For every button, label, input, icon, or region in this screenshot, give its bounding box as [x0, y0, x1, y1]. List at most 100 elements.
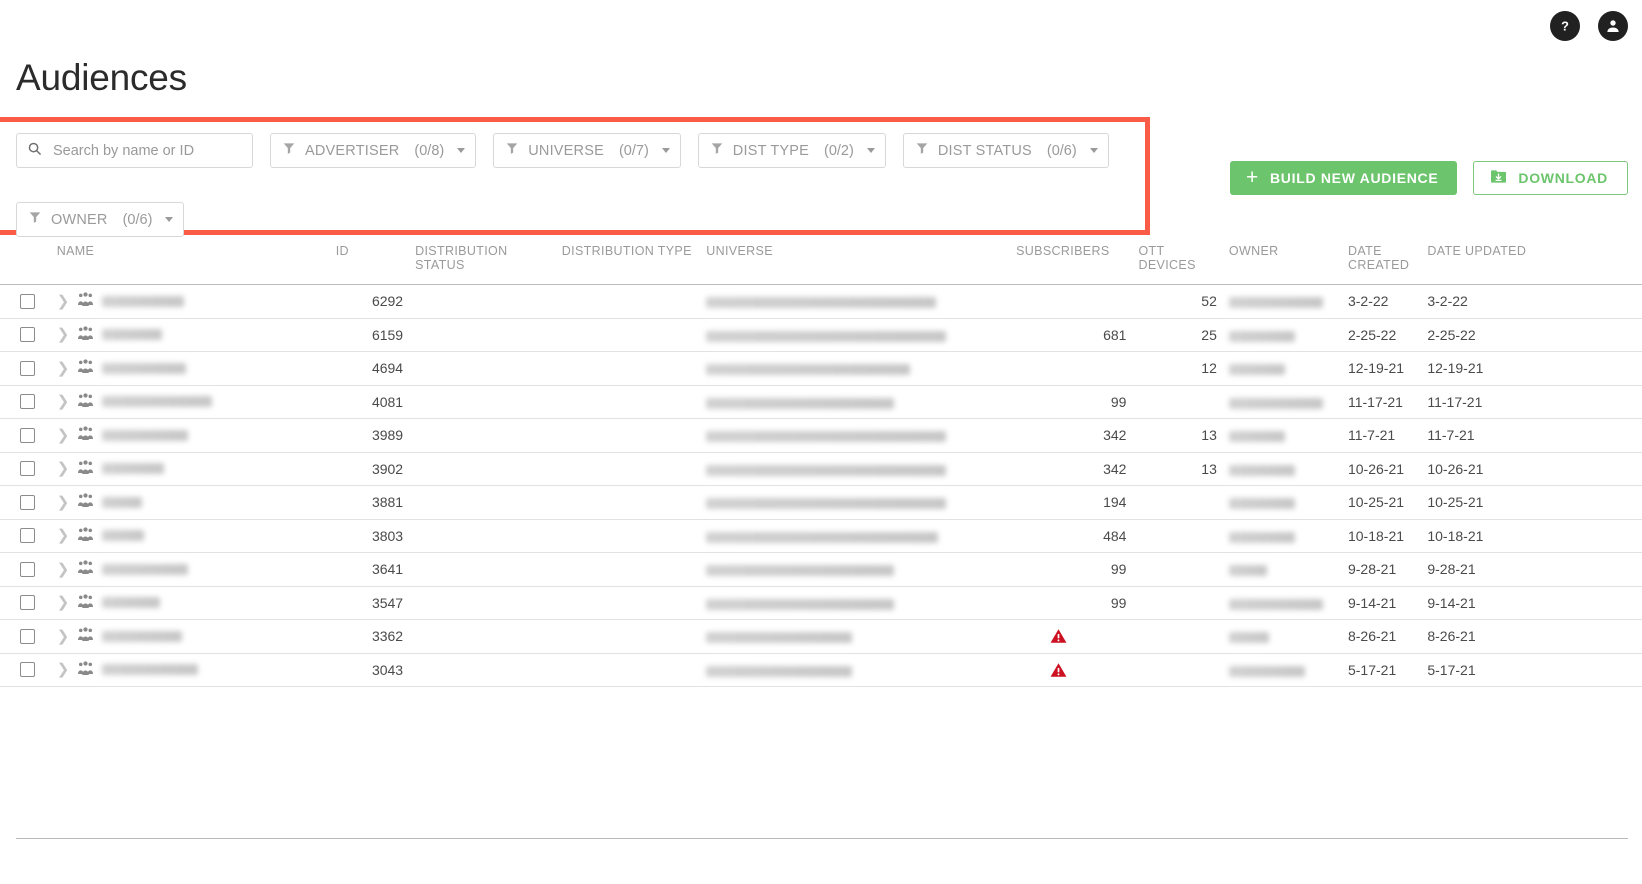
row-owner-value [1228, 431, 1285, 443]
row-ott-devices-cell [1132, 586, 1223, 620]
row-distribution-type-cell [555, 418, 701, 453]
row-name-value [102, 396, 213, 408]
filter-chip-advertiser[interactable]: ADVERTISER (0/8) [270, 133, 477, 168]
row-checkbox[interactable] [20, 360, 35, 376]
row-date-created-cell: 11-7-21 [1341, 418, 1422, 453]
chevron-down-icon [165, 217, 174, 222]
row-checkbox[interactable] [20, 293, 35, 309]
search-field[interactable] [16, 133, 253, 168]
download-button[interactable]: DOWNLOAD [1473, 161, 1628, 195]
row-subscribers-cell: 681 [1010, 318, 1133, 352]
row-owner-cell [1222, 418, 1342, 453]
chevron-right-icon[interactable]: ❯ [57, 461, 70, 476]
chevron-right-icon[interactable]: ❯ [57, 595, 70, 610]
chevron-right-icon[interactable]: ❯ [57, 528, 70, 543]
row-date-created-cell: 3-2-22 [1341, 284, 1422, 319]
chevron-right-icon[interactable]: ❯ [57, 428, 70, 443]
row-checkbox[interactable] [20, 427, 35, 443]
table-row[interactable]: ❯ 3989 342 13 11-7-21 11-7-21 [0, 418, 1642, 453]
row-id-cell: 6159 [329, 318, 410, 352]
chevron-right-icon[interactable]: ❯ [57, 394, 70, 409]
column-header-id[interactable]: ID [329, 238, 410, 285]
row-universe-cell [700, 351, 1011, 386]
row-distribution-status-cell [409, 485, 556, 520]
row-universe-value [706, 531, 939, 543]
row-select-cell [0, 619, 51, 654]
row-date-created-cell: 12-19-21 [1341, 351, 1422, 386]
filter-chip-dist-status[interactable]: DIST STATUS (0/6) [902, 133, 1109, 168]
table-row[interactable]: ❯ 4081 99 11-17-21 11-17-21 [0, 385, 1642, 419]
warning-icon [1016, 628, 1126, 644]
chevron-right-icon[interactable]: ❯ [57, 361, 70, 376]
row-checkbox[interactable] [20, 595, 35, 611]
row-checkbox[interactable] [20, 327, 35, 343]
column-header-select[interactable] [0, 238, 51, 285]
audience-group-icon [77, 292, 94, 310]
search-input[interactable] [51, 141, 242, 160]
row-checkbox[interactable] [20, 561, 35, 577]
table-row[interactable]: ❯ 3362 8-26-21 8-26-21 [0, 619, 1642, 654]
help-circle-icon[interactable]: ? [1550, 11, 1580, 41]
row-date-created-cell: 10-26-21 [1341, 452, 1422, 486]
table-row[interactable]: ❯ 6292 52 3-2-22 3-2-22 [0, 284, 1642, 319]
chevron-right-icon[interactable]: ❯ [57, 495, 70, 510]
column-header-date-updated[interactable]: DATE UPDATED [1421, 238, 1642, 285]
row-name-cell: ❯ [50, 485, 330, 520]
chevron-down-icon [866, 148, 875, 153]
build-new-audience-button[interactable]: + BUILD NEW AUDIENCE [1230, 161, 1458, 195]
row-checkbox[interactable] [20, 394, 35, 410]
table-row[interactable]: ❯ 3902 342 13 10-26-21 10-26-21 [0, 452, 1642, 486]
row-checkbox[interactable] [20, 628, 35, 644]
column-header-distribution-status[interactable]: DISTRIBUTION STATUS [409, 238, 556, 285]
row-date-updated-cell: 10-18-21 [1421, 519, 1642, 553]
chevron-right-icon[interactable]: ❯ [57, 327, 70, 342]
chevron-right-icon[interactable]: ❯ [57, 629, 70, 644]
column-header-name[interactable]: NAME [50, 238, 330, 285]
table-row[interactable]: ❯ 3641 99 9-28-21 9-28-21 [0, 552, 1642, 587]
audience-group-icon [77, 627, 94, 645]
audiences-table: NAME ID DISTRIBUTION STATUS DISTRIBUTION… [0, 238, 1642, 687]
row-universe-cell [700, 418, 1011, 453]
filter-chip-universe[interactable]: UNIVERSE (0/7) [493, 133, 681, 168]
column-header-ott-devices[interactable]: OTT DEVICES [1132, 238, 1223, 285]
row-subscribers-cell: 99 [1010, 552, 1133, 587]
chevron-right-icon[interactable]: ❯ [57, 662, 70, 677]
row-checkbox[interactable] [20, 662, 35, 678]
table-row[interactable]: ❯ 3547 99 9-14-21 9-14-21 [0, 586, 1642, 620]
column-header-distribution-type[interactable]: DISTRIBUTION TYPE [555, 238, 701, 285]
row-owner-cell [1222, 318, 1342, 352]
filter-chip-owner[interactable]: OWNER (0/6) [16, 202, 185, 237]
chevron-right-icon[interactable]: ❯ [57, 294, 70, 309]
filter-icon [915, 141, 929, 160]
row-checkbox[interactable] [20, 494, 35, 510]
chevron-right-icon[interactable]: ❯ [57, 562, 70, 577]
table-row[interactable]: ❯ 4694 12 12-19-21 12-19-21 [0, 351, 1642, 386]
table-row[interactable]: ❯ 3043 5-17-21 5-17-21 [0, 653, 1642, 687]
row-universe-cell [700, 586, 1011, 620]
row-owner-cell [1222, 452, 1342, 486]
row-checkbox[interactable] [20, 528, 35, 544]
row-owner-value [1228, 632, 1269, 644]
row-ott-devices-cell [1132, 619, 1223, 654]
column-header-date-created[interactable]: DATE CREATED [1341, 238, 1422, 285]
column-header-owner[interactable]: OWNER [1222, 238, 1342, 285]
row-name-cell: ❯ [50, 385, 330, 419]
column-header-universe[interactable]: UNIVERSE [700, 238, 1011, 285]
filter-bar: ADVERTISER (0/8) UNIVERSE (0/7) DIST TYP… [16, 133, 1136, 237]
table-row[interactable]: ❯ 6159 681 25 2-25-22 2-25-22 [0, 318, 1642, 352]
row-name-value [102, 496, 143, 508]
row-name-value [102, 329, 163, 341]
build-new-audience-label: BUILD NEW AUDIENCE [1269, 170, 1439, 186]
row-checkbox[interactable] [20, 461, 35, 477]
row-distribution-status-cell [409, 385, 556, 419]
row-owner-value [1228, 330, 1295, 342]
row-owner-cell [1222, 284, 1342, 319]
table-body: ❯ 6292 52 3-2-22 3-2-22 ❯ 6159 681 25 2-25-22 2-25… [0, 284, 1642, 687]
column-header-subscribers[interactable]: SUBSCRIBERS [1010, 238, 1133, 285]
table-row[interactable]: ❯ 3803 484 10-18-21 10-18-21 [0, 519, 1642, 553]
table-header: NAME ID DISTRIBUTION STATUS DISTRIBUTION… [0, 238, 1642, 285]
filter-label: OWNER [51, 211, 108, 228]
filter-chip-dist-type[interactable]: DIST TYPE (0/2) [697, 133, 886, 168]
table-row[interactable]: ❯ 3881 194 10-25-21 10-25-21 [0, 485, 1642, 520]
account-circle-icon[interactable] [1598, 11, 1628, 41]
